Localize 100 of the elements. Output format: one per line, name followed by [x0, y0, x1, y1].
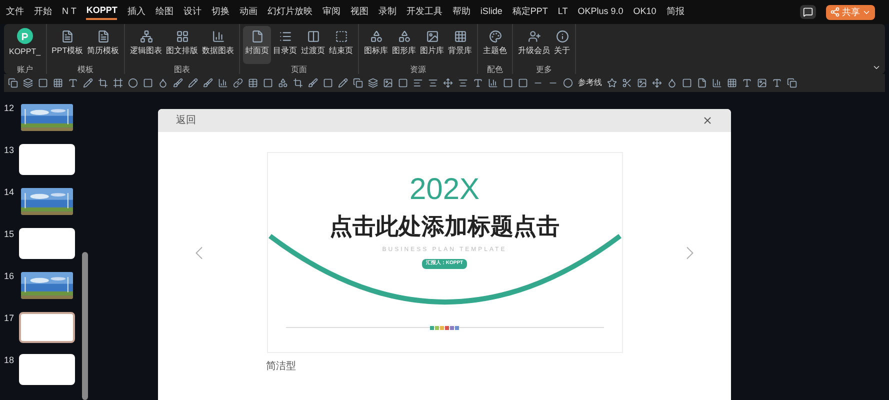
ribbon-button[interactable]: 结束页	[327, 26, 356, 64]
slide-thumbnail[interactable]	[19, 228, 75, 259]
copy-icon[interactable]	[353, 78, 363, 88]
layers-icon[interactable]	[368, 78, 378, 88]
square-icon[interactable]	[518, 78, 528, 88]
text-icon[interactable]	[742, 78, 752, 88]
ribbon-button[interactable]: 逻辑图表	[128, 26, 164, 64]
menu-tab[interactable]: 录制	[378, 5, 396, 19]
ribbon-button[interactable]: 图标库	[362, 26, 390, 64]
menu-tab[interactable]: 开发工具	[406, 5, 442, 19]
scissors-icon[interactable]	[622, 78, 632, 88]
slide-thumbnail[interactable]	[19, 354, 75, 385]
brush-icon[interactable]	[308, 78, 318, 88]
menu-tab[interactable]: 审阅	[322, 5, 340, 19]
move-icon[interactable]	[652, 78, 662, 88]
brush-icon[interactable]	[173, 78, 183, 88]
slide-thumbnail[interactable]	[19, 102, 75, 133]
menu-tab[interactable]: LT	[558, 5, 568, 19]
table-icon[interactable]	[248, 78, 258, 88]
menu-tab[interactable]: 插入	[127, 5, 146, 19]
ribbon-button[interactable]: 图形库	[390, 26, 418, 64]
move-icon[interactable]	[443, 78, 453, 88]
image-icon[interactable]	[757, 78, 767, 88]
ribbon-button[interactable]: 升级会员	[516, 26, 552, 64]
guides-label[interactable]: 参考线	[578, 77, 602, 89]
menu-tab[interactable]: 绘图	[155, 5, 174, 19]
bar-chart-icon[interactable]	[712, 78, 722, 88]
image-icon[interactable]	[383, 78, 393, 88]
ribbon-button[interactable]: 背景库	[446, 26, 474, 64]
star-icon[interactable]	[607, 78, 617, 88]
droplet-icon[interactable]	[667, 78, 677, 88]
ribbon-button[interactable]: 数据图表	[200, 26, 236, 64]
text-icon[interactable]	[473, 78, 483, 88]
slide-thumbnail[interactable]	[19, 270, 75, 301]
menu-tab[interactable]: 帮助	[452, 5, 470, 19]
slide-title: 点击此处添加标题点击	[330, 215, 560, 238]
grid-icon[interactable]	[727, 78, 737, 88]
menu-tab[interactable]: 动画	[239, 5, 258, 19]
comment-icon[interactable]	[800, 5, 816, 19]
align-icon[interactable]	[458, 78, 468, 88]
menu-tab[interactable]: 切换	[211, 5, 230, 19]
brush-icon[interactable]	[203, 78, 213, 88]
page-icon[interactable]	[697, 78, 707, 88]
menu-tab[interactable]: 视图	[350, 5, 368, 19]
image-icon[interactable]	[637, 78, 647, 88]
ribbon-button[interactable]: 过渡页	[299, 26, 328, 64]
pencil-icon[interactable]	[338, 78, 348, 88]
square-icon[interactable]	[263, 78, 273, 88]
shapes-icon[interactable]	[278, 78, 288, 88]
square-icon[interactable]	[682, 78, 692, 88]
copy-icon[interactable]	[8, 78, 18, 88]
menu-tab[interactable]: OKPlus 9.0	[578, 5, 624, 19]
ribbon-button[interactable]: 封面页	[243, 26, 272, 64]
ribbon-button[interactable]: PPT模板	[50, 26, 86, 64]
ribbon-button[interactable]: 关于	[552, 26, 572, 64]
ribbon-button[interactable]: 简历模板	[85, 26, 122, 64]
menu-tab[interactable]: 简报	[666, 5, 684, 19]
layers-icon[interactable]	[23, 78, 33, 88]
scrollbar[interactable]	[82, 252, 88, 400]
text-icon[interactable]	[772, 78, 782, 88]
copy-icon[interactable]	[787, 78, 797, 88]
circle-icon[interactable]	[563, 78, 573, 88]
pencil-icon[interactable]	[188, 78, 198, 88]
menu-tab[interactable]: iSlide	[480, 5, 502, 19]
crop-icon[interactable]	[293, 78, 303, 88]
slide-thumbnail[interactable]	[19, 186, 75, 217]
crop-icon[interactable]	[98, 78, 108, 88]
droplet-icon[interactable]	[158, 78, 168, 88]
text-icon[interactable]	[68, 78, 78, 88]
slide-thumbnail[interactable]	[19, 312, 75, 343]
menu-tab[interactable]: 设计	[183, 5, 202, 19]
menu-tab[interactable]: OK10	[633, 5, 656, 19]
circle-icon[interactable]	[128, 78, 138, 88]
bar-chart-icon[interactable]	[218, 78, 228, 88]
menu-tab[interactable]: 稿定PPT	[512, 5, 548, 19]
square-icon[interactable]	[143, 78, 153, 88]
square-icon[interactable]	[323, 78, 333, 88]
ribbon-button[interactable]: 目录页	[271, 26, 300, 64]
align-icon[interactable]	[413, 78, 423, 88]
align-icon[interactable]	[428, 78, 438, 88]
ribbon-button[interactable]: 图片库	[418, 26, 446, 64]
ribbon-button[interactable]: 主题色	[481, 26, 510, 64]
pencil-icon[interactable]	[83, 78, 93, 88]
square-icon[interactable]	[503, 78, 513, 88]
back-link[interactable]: 返回	[176, 113, 196, 128]
square-icon[interactable]	[398, 78, 408, 88]
collapse-icon[interactable]	[872, 63, 881, 72]
slide-thumbnail[interactable]	[19, 144, 75, 175]
ribbon-button[interactable]: KOPPT_	[7, 26, 43, 64]
close-icon[interactable]	[702, 115, 713, 126]
menu-tab[interactable]: KOPPT	[86, 4, 118, 20]
menu-tab[interactable]: 文件	[6, 5, 24, 19]
link-icon[interactable]	[233, 78, 243, 88]
menu-tab[interactable]: 开始	[34, 5, 52, 19]
square-icon[interactable]	[38, 78, 48, 88]
ribbon-button[interactable]: 图文排版	[164, 26, 200, 64]
menu-tab[interactable]: N T	[62, 5, 76, 19]
bar-chart-icon[interactable]	[488, 78, 498, 88]
menu-tab[interactable]: 幻灯片放映	[267, 5, 312, 19]
grid-icon[interactable]	[53, 78, 63, 88]
